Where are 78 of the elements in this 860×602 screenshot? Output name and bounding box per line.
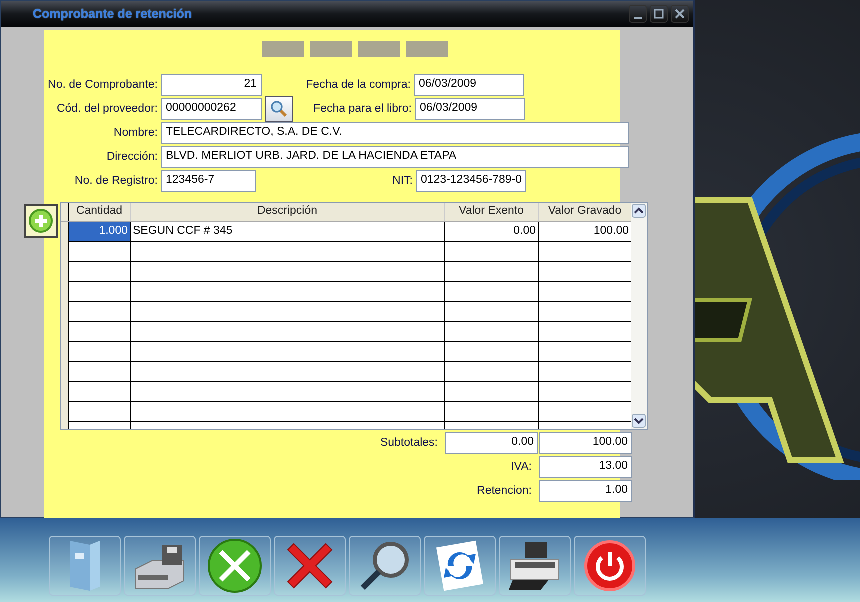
toolbar-button[interactable] — [124, 536, 196, 596]
table-cell[interactable] — [131, 262, 445, 282]
table-cell[interactable] — [69, 402, 131, 422]
field-label: No. de Registro: — [74, 175, 159, 187]
search-icon — [270, 100, 288, 118]
window-title: Comprobante de retención — [33, 7, 194, 21]
field-label: Dirección: — [106, 151, 159, 163]
table-cell[interactable] — [131, 402, 445, 422]
input-field[interactable]: 21 — [161, 74, 262, 96]
table-cell[interactable] — [131, 302, 445, 322]
input-field[interactable]: 123456-7 — [161, 170, 256, 192]
print-button[interactable] — [499, 536, 571, 596]
power-button[interactable] — [574, 536, 646, 596]
total-label: Subtotales: — [380, 437, 439, 449]
column-header[interactable]: Descripción — [131, 203, 445, 221]
add-row-button[interactable] — [24, 204, 58, 238]
input-field[interactable]: TELECARDIRECTO, S.A. DE C.V. — [161, 122, 629, 144]
row-indicator[interactable] — [61, 222, 69, 242]
maximize-icon — [654, 9, 664, 19]
search-button[interactable] — [265, 96, 293, 122]
field-label: No. de Comprobante: — [47, 79, 159, 91]
input-field[interactable]: 00000000262 — [161, 98, 262, 120]
maximize-button[interactable] — [650, 5, 668, 23]
total-field: 13.00 — [539, 456, 632, 478]
total-label: IVA: — [511, 461, 533, 473]
table-cell[interactable] — [445, 382, 539, 402]
table-cell[interactable] — [131, 282, 445, 302]
toolbar-button[interactable] — [199, 536, 271, 596]
table-cell[interactable] — [69, 322, 131, 342]
table-cell[interactable] — [131, 342, 445, 362]
total-field: 1.00 — [539, 480, 632, 502]
minimize-icon — [634, 17, 642, 19]
table-cell[interactable]: 0.00 — [445, 222, 539, 242]
scrollbar[interactable] — [631, 203, 647, 429]
table-cell[interactable] — [445, 262, 539, 282]
table-cell[interactable] — [445, 322, 539, 342]
table-cell[interactable] — [69, 242, 131, 262]
field-label: Fecha de la compra: — [305, 79, 412, 91]
table-cell[interactable] — [445, 402, 539, 422]
table-cell[interactable] — [69, 342, 131, 362]
table-cell[interactable] — [69, 302, 131, 322]
table-cell[interactable] — [69, 382, 131, 402]
table-cell[interactable]: 1.000 — [69, 222, 131, 242]
close-icon — [675, 9, 685, 19]
field-label: NIT: — [392, 175, 414, 187]
column-header[interactable]: Valor Exento — [445, 203, 539, 221]
total-field: 0.00 — [445, 432, 538, 454]
table-cell[interactable] — [131, 322, 445, 342]
toolbar-button[interactable] — [274, 536, 346, 596]
row-indicator[interactable] — [61, 422, 69, 429]
table-cell[interactable] — [445, 342, 539, 362]
search-button[interactable] — [349, 536, 421, 596]
table-cell[interactable] — [445, 242, 539, 262]
input-field[interactable]: 06/03/2009 — [415, 98, 525, 120]
minimize-button[interactable] — [629, 5, 647, 23]
toolbar-button[interactable] — [424, 536, 496, 596]
input-field[interactable]: BLVD. MERLIOT URB. JARD. DE LA HACIENDA ETAPA — [161, 146, 629, 168]
table-cell[interactable] — [445, 302, 539, 322]
input-field[interactable]: 06/03/2009 — [414, 74, 524, 96]
close-button[interactable] — [671, 5, 689, 23]
table-cell[interactable] — [131, 382, 445, 402]
column-header[interactable]: Cantidad — [69, 203, 131, 221]
power-icon — [582, 538, 638, 594]
table-cell[interactable]: SEGUN CCF # 345 — [131, 222, 445, 242]
table-cell[interactable] — [69, 262, 131, 282]
table-cell[interactable] — [445, 362, 539, 382]
table-cell[interactable] — [131, 242, 445, 262]
total-label: Retencion: — [477, 485, 533, 497]
field-label: Fecha para el libro: — [312, 103, 413, 115]
field-label: Nombre: — [112, 127, 159, 139]
table-cell[interactable] — [445, 282, 539, 302]
input-field[interactable]: 0123-123456-789-0 — [416, 170, 526, 192]
total-field: 100.00 — [539, 432, 632, 454]
field-label: Cód. del proveedor: — [56, 103, 159, 115]
table-cell[interactable] — [69, 282, 131, 302]
table-cell[interactable] — [131, 362, 445, 382]
plus-icon — [28, 208, 54, 234]
table-cell[interactable] — [69, 362, 131, 382]
